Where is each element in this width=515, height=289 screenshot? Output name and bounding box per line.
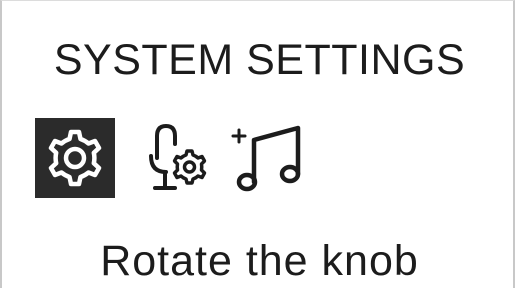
system-settings-screen: SYSTEM SETTINGS Rotate the knob <box>0 0 515 288</box>
gear-icon <box>48 129 102 187</box>
add-music-icon <box>231 125 301 192</box>
menu-item-voice-settings[interactable] <box>135 118 215 198</box>
menu-item-add-music[interactable] <box>230 118 310 198</box>
menu-item-system-settings[interactable] <box>35 118 115 198</box>
microphone-settings-icon <box>149 124 207 190</box>
instruction-text: Rotate the knob <box>100 237 419 285</box>
